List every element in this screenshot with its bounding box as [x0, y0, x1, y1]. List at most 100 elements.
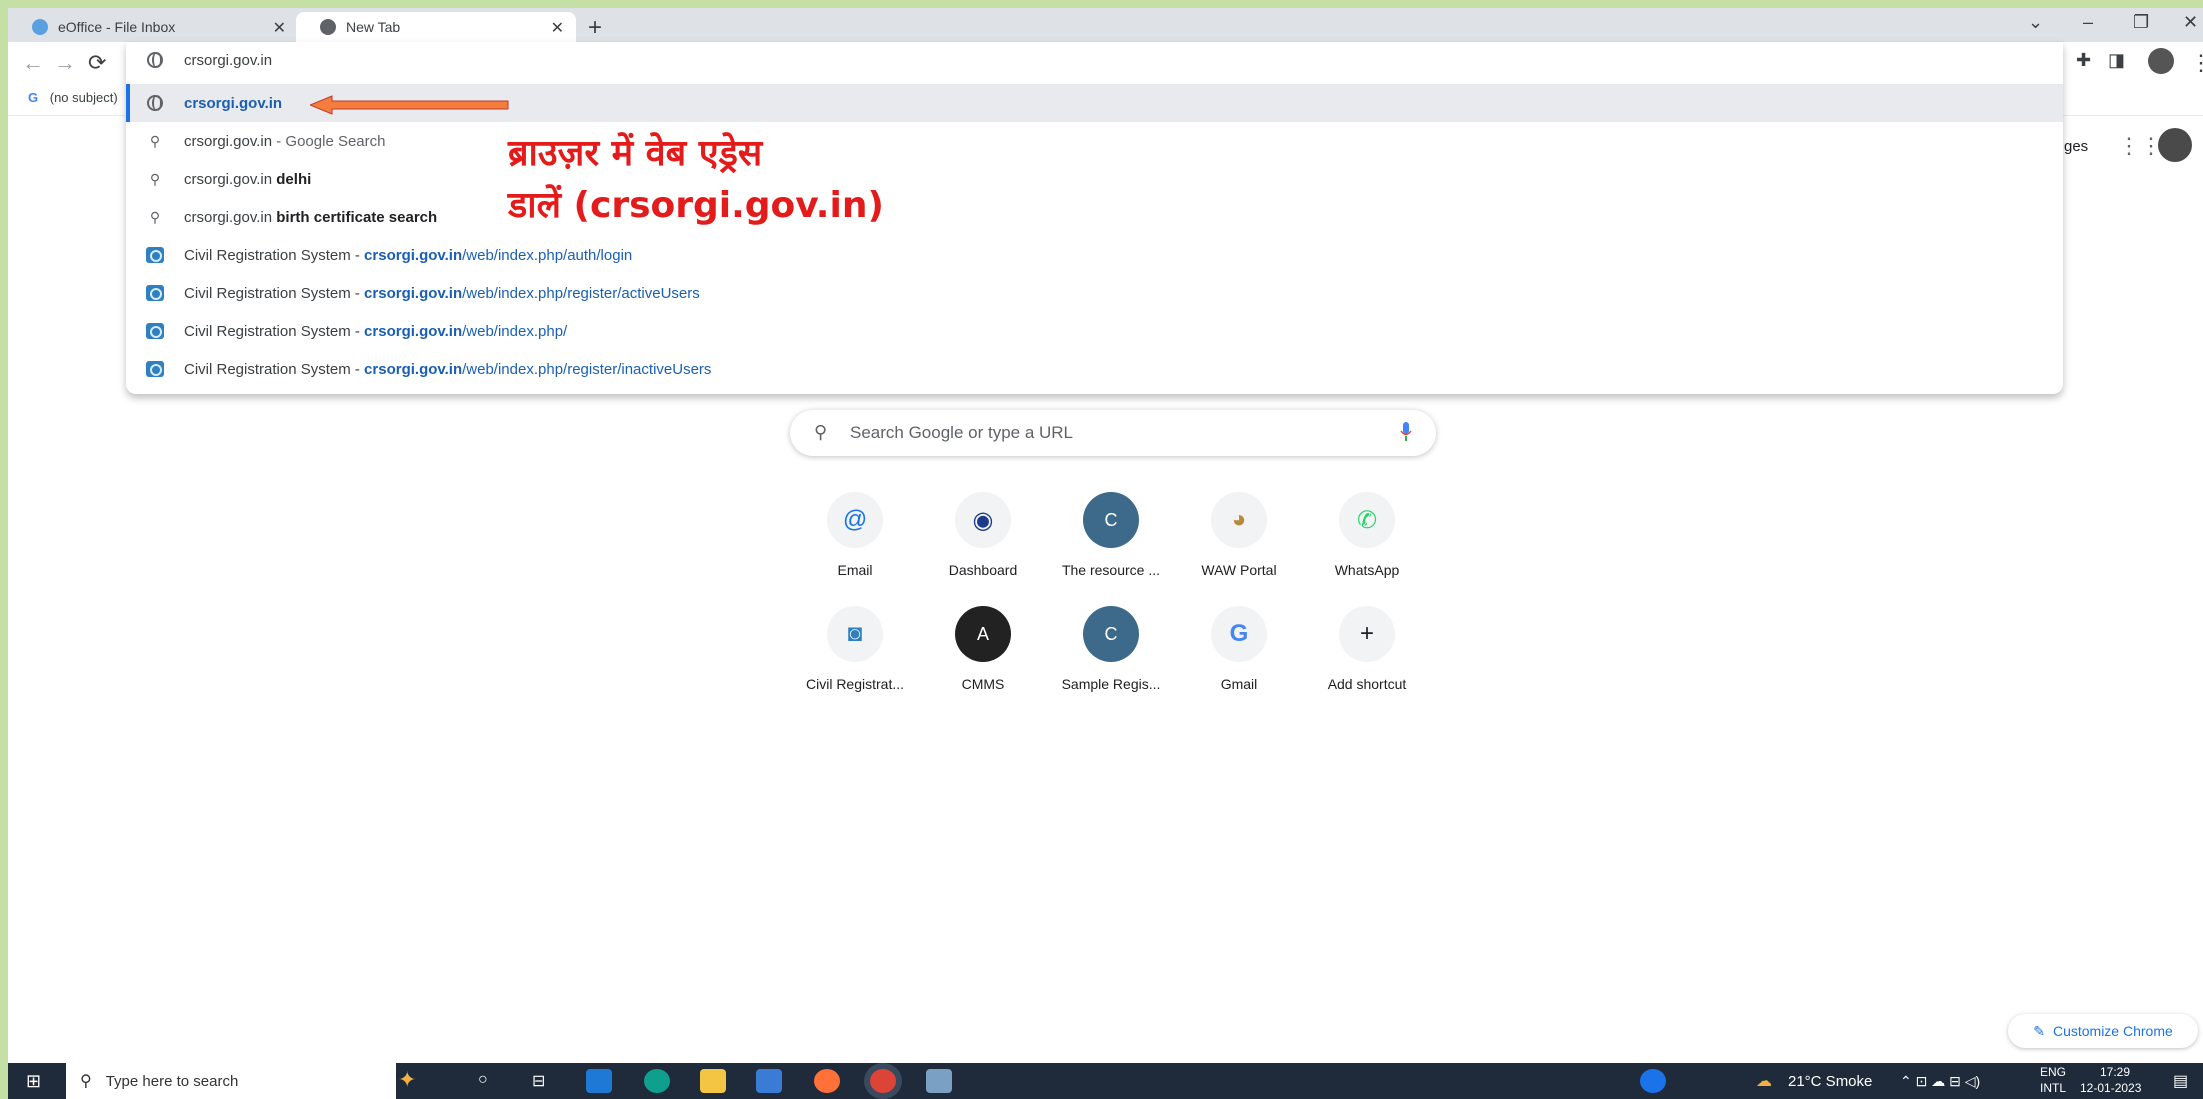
bookmark-label: (no subject) — [49, 90, 118, 105]
pencil-icon: ✎ — [2033, 1022, 2045, 1039]
taskbar: ⊞ ⚲ Type here to search ✦ ○ ⊟ ☁ 21°C Smo… — [8, 1063, 2203, 1099]
chrome-taskbar-icon[interactable] — [870, 1069, 896, 1093]
lang-secondary[interactable]: INTL — [2040, 1081, 2066, 1095]
reload-icon[interactable]: ⟳ — [88, 50, 106, 76]
whatsapp-icon: ✆ — [1339, 492, 1395, 548]
windows-start-icon[interactable]: ⊞ — [26, 1071, 41, 1092]
suggestion-domain: crsorgi.gov.in — [364, 284, 463, 302]
store-icon[interactable] — [756, 1069, 782, 1093]
shortcut-civil-registration[interactable]: ◙ Civil Registrat... — [790, 606, 920, 692]
shortcut-label: Gmail — [1220, 676, 1258, 692]
suggestion-row[interactable]: ⚲ crsorgi.gov.in birth certificate searc… — [126, 198, 2063, 236]
taskbar-search[interactable]: ⚲ Type here to search — [66, 1063, 396, 1099]
suggestion-path: /web/index.php/auth/login — [462, 246, 633, 264]
annotation-line: ब्राउज़र में वेब एड्रेस — [508, 133, 763, 174]
profile-avatar[interactable] — [2148, 48, 2174, 74]
search-icon: ⚲ — [149, 170, 161, 187]
shortcut-whatsapp[interactable]: ✆ WhatsApp — [1302, 492, 1432, 578]
google-search-box[interactable]: ⚲ Search Google or type a URL — [790, 410, 1436, 456]
suggestion-hint: - Google Search — [272, 132, 386, 150]
shortcut-label: WhatsApp — [1334, 562, 1400, 578]
tab-eoffice[interactable]: eOffice - File Inbox ✕ — [8, 12, 298, 42]
lang-primary[interactable]: ENG — [2040, 1065, 2066, 1079]
help-icon[interactable] — [1640, 1069, 1666, 1093]
notifications-icon[interactable]: ▤ — [2173, 1071, 2188, 1091]
shortcut-waw-portal[interactable]: ◕ WAW Portal — [1174, 492, 1304, 578]
search-highlight-icon[interactable]: ✦ — [398, 1067, 416, 1093]
account-avatar[interactable] — [2158, 128, 2192, 162]
search-icon: ⚲ — [814, 422, 828, 442]
globe-icon — [146, 94, 164, 112]
task-view-icon[interactable]: ⊟ — [532, 1071, 545, 1091]
suggestion-row[interactable]: Civil Registration System - crsorgi.gov.… — [126, 274, 2063, 312]
tab-search-icon[interactable]: ⌄ — [2028, 12, 2043, 33]
search-icon: ⚲ — [149, 132, 161, 149]
file-explorer-icon[interactable] — [700, 1069, 726, 1093]
globe-icon — [146, 51, 164, 69]
suggestion-row[interactable]: ⚲ crsorgi.gov.in delhi — [126, 160, 2063, 198]
shortcut-label: Dashboard — [948, 562, 1018, 578]
omnibox-input[interactable]: crsorgi.gov.in — [184, 52, 272, 69]
shortcut-label: Sample Regis... — [1061, 676, 1161, 692]
new-tab-button[interactable]: + — [588, 14, 602, 42]
suggestion-row[interactable]: Civil Registration System - crsorgi.gov.… — [126, 236, 2063, 274]
resource-icon: C — [1083, 492, 1139, 548]
edge-icon[interactable] — [644, 1069, 670, 1093]
shortcut-add[interactable]: + Add shortcut — [1302, 606, 1432, 692]
suggestion-url: crsorgi.gov.in — [184, 94, 283, 112]
suggestion-path: /web/index.php/ — [462, 322, 568, 340]
shortcut-dashboard[interactable]: ◉ Dashboard — [918, 492, 1048, 578]
extensions-icon[interactable]: ✚ — [2076, 50, 2091, 71]
close-icon[interactable]: ✕ — [551, 18, 564, 38]
tab-title: New Tab — [346, 19, 401, 35]
suggestion-completion: delhi — [276, 170, 312, 188]
close-icon[interactable]: ✕ — [273, 18, 286, 38]
clock-date[interactable]: 12-01-2023 — [2080, 1081, 2141, 1095]
firefox-icon[interactable] — [814, 1069, 840, 1093]
clock-time[interactable]: 17:29 — [2100, 1065, 2130, 1079]
shortcut-email[interactable]: @ Email — [790, 492, 920, 578]
shortcut-cmms[interactable]: A CMMS — [918, 606, 1048, 692]
suggestion-path: /web/index.php/register/activeUsers — [462, 284, 700, 302]
annotation-line: डालें (crsorgi.gov.in) — [508, 185, 884, 226]
minimize-button[interactable]: – — [2083, 12, 2093, 33]
shortcut-label: The resource ... — [1061, 562, 1161, 578]
suggestion-domain: crsorgi.gov.in — [364, 246, 463, 264]
customize-label: Customize Chrome — [2052, 1023, 2173, 1039]
images-link[interactable]: ges — [2064, 138, 2088, 155]
side-panel-icon[interactable]: ◨ — [2108, 50, 2125, 71]
crs-site-icon — [146, 322, 164, 340]
suggestion-completion: birth certificate search — [276, 208, 438, 226]
crs-site-icon — [146, 360, 164, 378]
eoffice-favicon-icon — [32, 19, 48, 35]
cortana-icon[interactable]: ○ — [478, 1071, 488, 1089]
system-tray-icons[interactable]: ⌃ ⊡ ☁ ⊟ ◁) — [1900, 1073, 1980, 1090]
app-icon[interactable] — [926, 1069, 952, 1093]
civil-registration-icon: ◙ — [827, 606, 883, 662]
suggestion-row[interactable]: ⚲ crsorgi.gov.in - Google Search — [126, 122, 2063, 160]
customize-chrome-button[interactable]: ✎ Customize Chrome — [2008, 1014, 2198, 1048]
tab-new-tab[interactable]: New Tab ✕ — [296, 12, 576, 42]
google-icon: G — [1211, 606, 1267, 662]
microphone-icon[interactable] — [1400, 422, 1412, 442]
shortcut-gmail[interactable]: G Gmail — [1174, 606, 1304, 692]
bookmark-item[interactable]: G (no subject) — [28, 90, 118, 105]
back-icon[interactable]: ← — [22, 50, 44, 76]
forward-icon[interactable]: → — [54, 50, 76, 76]
omnibox[interactable]: crsorgi.gov.in — [126, 42, 2063, 78]
close-window-button[interactable]: ✕ — [2183, 12, 2198, 33]
plus-icon: + — [1339, 606, 1395, 662]
suggestion-title: Civil Registration System - — [184, 246, 365, 264]
suggestion-row[interactable]: Civil Registration System - crsorgi.gov.… — [126, 350, 2063, 388]
menu-icon[interactable]: ⋮ — [2190, 50, 2203, 76]
shortcut-label: CMMS — [961, 676, 1005, 692]
shortcut-resource[interactable]: C The resource ... — [1046, 492, 1176, 578]
shortcut-label: Add shortcut — [1327, 676, 1407, 692]
suggestion-row[interactable]: Civil Registration System - crsorgi.gov.… — [126, 312, 2063, 350]
suggestion-domain: crsorgi.gov.in — [364, 360, 463, 378]
shortcut-label: Civil Registrat... — [805, 676, 905, 692]
shortcut-sample-registration[interactable]: C Sample Regis... — [1046, 606, 1176, 692]
restore-button[interactable]: ❐ — [2133, 12, 2149, 33]
mail-icon[interactable] — [586, 1069, 612, 1093]
weather-text[interactable]: 21°C Smoke — [1788, 1073, 1872, 1090]
